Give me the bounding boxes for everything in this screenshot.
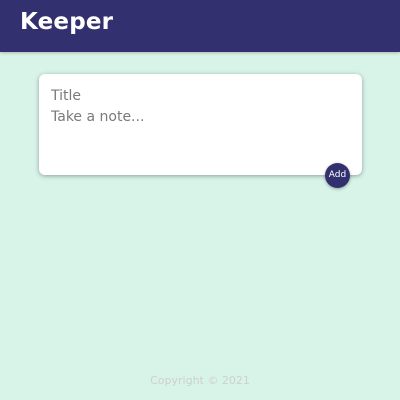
- note-content-input[interactable]: [51, 109, 347, 167]
- app-title: Keeper: [20, 9, 114, 35]
- add-note-button[interactable]: Add: [325, 163, 350, 188]
- note-title-input[interactable]: [51, 86, 347, 106]
- create-note-form: [39, 74, 362, 175]
- footer-copyright: Copyright © 2021: [150, 374, 250, 387]
- app-header: Keeper: [0, 0, 400, 52]
